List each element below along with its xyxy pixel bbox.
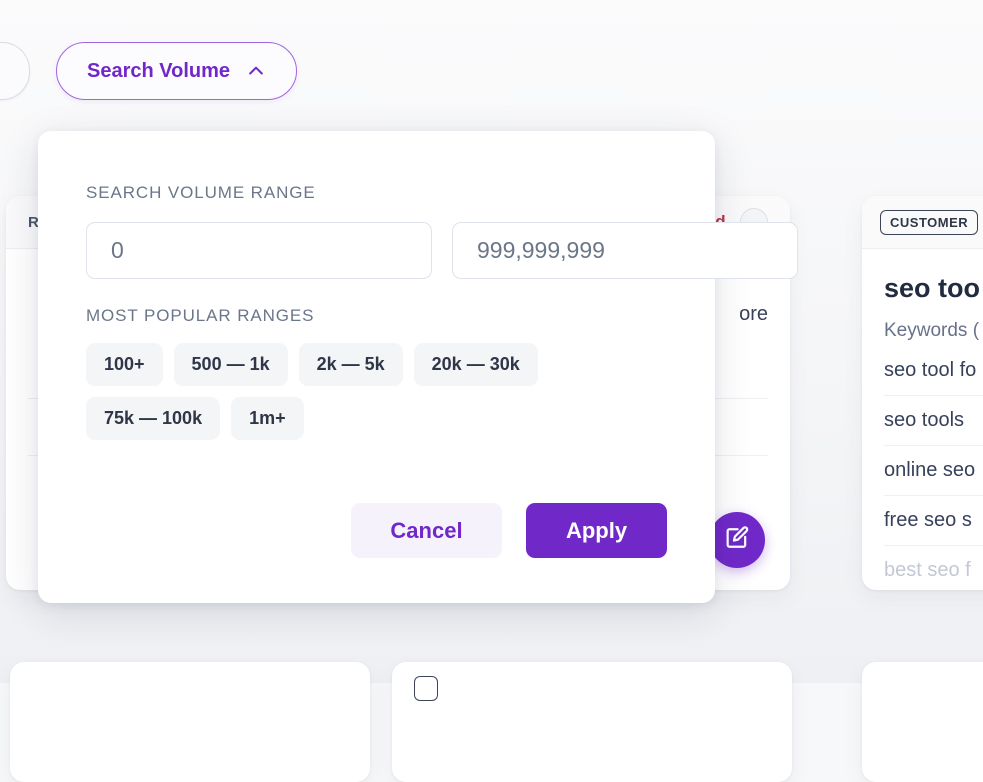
card-right-subtitle: Keywords ( bbox=[884, 320, 980, 341]
max-volume-input[interactable] bbox=[452, 222, 798, 279]
list-item[interactable]: best seo f bbox=[884, 546, 983, 590]
card-right-header: CUSTOMER bbox=[862, 196, 983, 249]
filter-pill-row: Search Volume bbox=[0, 42, 298, 100]
background-card-bottom-middle[interactable] bbox=[392, 662, 792, 782]
apply-button[interactable]: Apply bbox=[526, 503, 667, 558]
cancel-button[interactable]: Cancel bbox=[351, 503, 502, 558]
volume-range-inputs bbox=[86, 222, 798, 279]
background-card-right[interactable]: CUSTOMER seo too Keywords ( seo tool fo … bbox=[862, 196, 983, 590]
section-label-popular-ranges: MOST POPULAR RANGES bbox=[86, 306, 315, 325]
min-volume-input[interactable] bbox=[86, 222, 432, 279]
edit-compose-icon bbox=[723, 524, 751, 557]
background-card-bottom-right[interactable] bbox=[862, 662, 983, 782]
chevron-up-icon bbox=[246, 61, 266, 81]
popular-range-chip-group: 100+ 500 — 1k 2k — 5k 20k — 30k 75k — 10… bbox=[86, 343, 667, 440]
search-volume-filter-modal: SEARCH VOLUME RANGE MOST POPULAR RANGES … bbox=[38, 131, 798, 603]
range-chip-20k-30k[interactable]: 20k — 30k bbox=[413, 343, 538, 386]
list-item[interactable]: seo tools bbox=[884, 396, 983, 446]
list-item[interactable]: seo tool fo bbox=[884, 346, 983, 396]
bottom-card-badge bbox=[414, 676, 439, 701]
modal-actions: Cancel Apply bbox=[351, 503, 667, 558]
range-chip-75k-100k[interactable]: 75k — 100k bbox=[86, 397, 221, 440]
range-chip-500-1k[interactable]: 500 — 1k bbox=[173, 343, 288, 386]
list-item[interactable]: free seo s bbox=[884, 496, 983, 546]
filter-pill-search-volume[interactable]: Search Volume bbox=[56, 42, 298, 100]
filter-pill-label: Search Volume bbox=[87, 59, 231, 82]
background-card-bottom-left[interactable] bbox=[10, 662, 370, 782]
range-chip-2k-5k[interactable]: 2k — 5k bbox=[298, 343, 403, 386]
section-label-search-volume-range: SEARCH VOLUME RANGE bbox=[86, 183, 316, 202]
card-right-title: seo too bbox=[884, 273, 981, 303]
range-chip-1m-plus[interactable]: 1m+ bbox=[231, 397, 304, 440]
customer-badge: CUSTOMER bbox=[880, 209, 979, 235]
card-right-body: seo too Keywords ( seo tool fo seo tools… bbox=[862, 249, 983, 590]
list-item[interactable]: online seo bbox=[884, 446, 983, 496]
filter-pill-clipped[interactable] bbox=[0, 42, 30, 100]
range-chip-100-plus[interactable]: 100+ bbox=[86, 343, 163, 386]
edit-compose-fab[interactable] bbox=[709, 512, 765, 568]
